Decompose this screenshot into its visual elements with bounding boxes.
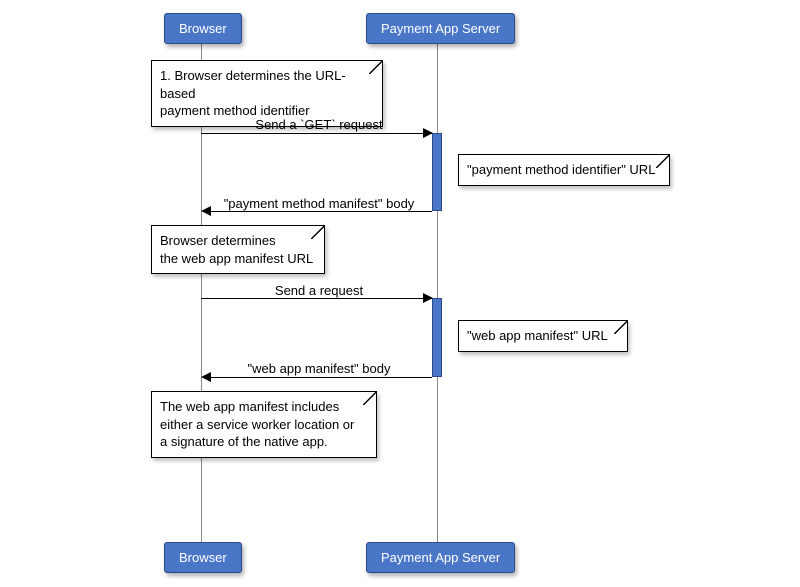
- participant-browser-bottom: Browser: [164, 542, 242, 573]
- message-label: "payment method manifest" body: [201, 196, 437, 211]
- participant-label: Browser: [179, 21, 227, 36]
- note-wam-url: "web app manifest" URL: [458, 320, 628, 352]
- arrowhead-icon: [423, 293, 433, 303]
- message-label: "web app manifest" body: [201, 361, 437, 376]
- participant-server-top: Payment App Server: [366, 13, 515, 44]
- participant-label: Payment App Server: [381, 21, 500, 36]
- arrowhead-icon: [201, 206, 211, 216]
- message-arrow-pmm-body: [211, 211, 432, 212]
- participant-label: Browser: [179, 550, 227, 565]
- message-text: Send a `GET` request: [255, 117, 382, 132]
- message-text: "payment method manifest" body: [224, 196, 415, 211]
- note-text: 1. Browser determines the URL-based paym…: [160, 68, 346, 118]
- note-pmi-url: "payment method identifier" URL: [458, 154, 670, 186]
- note-text: "web app manifest" URL: [467, 328, 608, 343]
- participant-browser-top: Browser: [164, 13, 242, 44]
- note-text: The web app manifest includes either a s…: [160, 399, 354, 449]
- note-text: "payment method identifier" URL: [467, 162, 655, 177]
- message-arrow-send-request: [201, 298, 432, 299]
- message-arrow-get-request: [201, 133, 432, 134]
- note-determine-manifest: Browser determines the web app manifest …: [151, 225, 325, 274]
- arrowhead-icon: [201, 372, 211, 382]
- note-text: Browser determines the web app manifest …: [160, 233, 313, 266]
- message-label: Send a `GET` request: [201, 117, 437, 132]
- message-text: Send a request: [275, 283, 363, 298]
- participant-label: Payment App Server: [381, 550, 500, 565]
- lifeline-server: [437, 38, 438, 548]
- participant-server-bottom: Payment App Server: [366, 542, 515, 573]
- arrowhead-icon: [423, 128, 433, 138]
- message-text: "web app manifest" body: [248, 361, 391, 376]
- message-arrow-wam-body: [211, 377, 432, 378]
- note-wam-includes: The web app manifest includes either a s…: [151, 391, 377, 458]
- message-label: Send a request: [201, 283, 437, 298]
